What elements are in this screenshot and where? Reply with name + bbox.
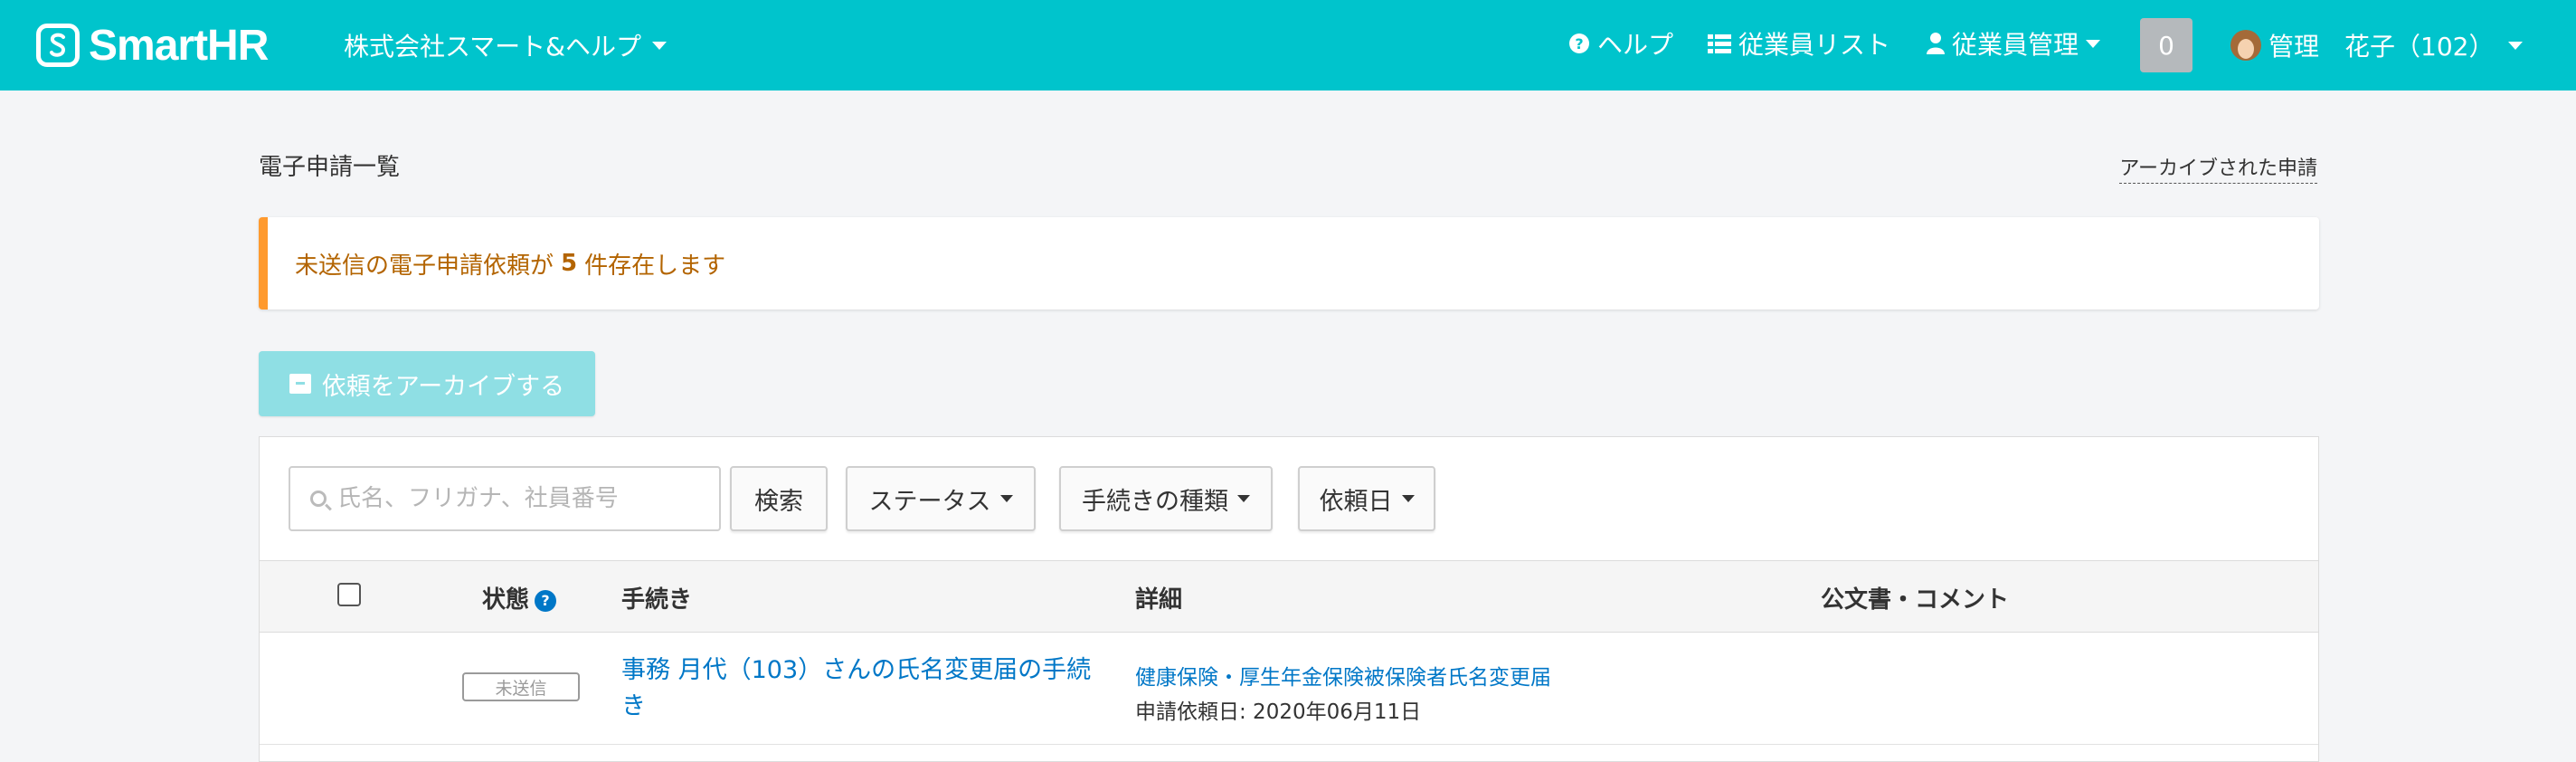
help-icon[interactable]: ?	[535, 589, 557, 612]
top-nav-bar: SmartHR 株式会社スマート&ヘルプ ? ヘルプ 従業員リスト 従業員管理 …	[0, 0, 2576, 90]
help-label: ヘルプ	[1597, 30, 1674, 60]
detail-link[interactable]: 健康保険・厚生年金保険被保険者氏名変更届	[1135, 660, 1551, 691]
archive-box-icon	[289, 374, 311, 394]
search-field[interactable]	[289, 466, 721, 531]
smarthr-logo[interactable]: SmartHR	[36, 20, 269, 71]
user-name: 管理 花子（102）	[2268, 32, 2495, 62]
table-header: 状態? 手続き 詳細 公文書・コメント	[260, 560, 2318, 633]
procedure-type-filter-dropdown[interactable]: 手続きの種類	[1059, 466, 1273, 531]
request-date-text: 申請依頼日: 2020年06月11日	[1135, 700, 1422, 724]
employee-manage-label: 従業員管理	[1952, 30, 2079, 60]
search-button[interactable]: 検索	[730, 466, 828, 531]
status-filter-label: ステータス	[868, 487, 991, 516]
question-circle-icon: ?	[1569, 33, 1589, 53]
column-header-procedure: 手続き	[621, 586, 693, 614]
archived-requests-link[interactable]: アーカイブされた申請	[2119, 152, 2317, 184]
chevron-down-icon	[1237, 495, 1250, 502]
company-name: 株式会社スマート&ヘルプ	[344, 32, 641, 62]
chevron-down-icon	[2508, 41, 2524, 50]
search-icon	[310, 491, 327, 507]
archive-requests-button[interactable]: 依頼をアーカイブする	[259, 351, 595, 416]
user-icon	[1927, 33, 1945, 54]
search-button-label: 検索	[754, 487, 803, 516]
svg-text:?: ?	[1575, 35, 1583, 52]
select-all-checkbox[interactable]	[337, 583, 361, 606]
search-input[interactable]	[336, 484, 683, 513]
brand-name: SmartHR	[89, 21, 269, 70]
unsent-requests-alert: 未送信の電子申請依頼が 5 件存在します	[259, 217, 2319, 310]
procedure-link[interactable]: 事務 月代（103）さんの氏名変更届の手続き	[621, 652, 1110, 725]
employee-list-link[interactable]: 従業員リスト	[1708, 25, 1890, 62]
request-date-filter-label: 依頼日	[1319, 487, 1393, 516]
status-badge: 未送信	[462, 672, 580, 701]
list-icon	[1708, 34, 1731, 53]
alert-prefix: 未送信の電子申請依頼が	[295, 252, 554, 280]
help-link[interactable]: ? ヘルプ	[1568, 25, 1673, 62]
status-column-label: 状態	[482, 586, 530, 614]
avatar	[2230, 30, 2261, 61]
alert-suffix: 件存在します	[584, 252, 726, 280]
column-header-details: 詳細	[1135, 586, 1183, 614]
column-header-status: 状態?	[482, 581, 557, 614]
employee-manage-menu[interactable]: 従業員管理	[1927, 25, 2101, 62]
employee-list-label: 従業員リスト	[1738, 30, 1891, 60]
requests-panel: 検索 ステータス 手続きの種類 依頼日 状態? 手続き 詳細 公文書・コメント …	[259, 436, 2319, 762]
chevron-down-icon	[2086, 39, 2101, 48]
request-date-filter-dropdown[interactable]: 依頼日	[1298, 466, 1435, 531]
notification-badge[interactable]: 0	[2140, 18, 2192, 72]
alert-count: 5	[561, 250, 578, 277]
user-menu[interactable]: 管理 花子（102）	[2230, 27, 2524, 63]
archive-button-label: 依頼をアーカイブする	[321, 372, 565, 401]
logo-mark-icon	[36, 24, 80, 67]
table-row: 未送信 事務 月代（103）さんの氏名変更届の手続き 健康保険・厚生年金保険被保…	[260, 633, 2318, 745]
chevron-down-icon	[1401, 495, 1415, 502]
procedure-type-filter-label: 手続きの種類	[1082, 487, 1228, 516]
column-header-documents: 公文書・コメント	[1821, 586, 2010, 614]
status-filter-dropdown[interactable]: ステータス	[846, 466, 1036, 531]
chevron-down-icon	[652, 41, 667, 50]
page-title: 電子申請一覧	[259, 154, 401, 181]
chevron-down-icon	[999, 495, 1013, 502]
company-selector[interactable]: 株式会社スマート&ヘルプ	[344, 27, 667, 63]
